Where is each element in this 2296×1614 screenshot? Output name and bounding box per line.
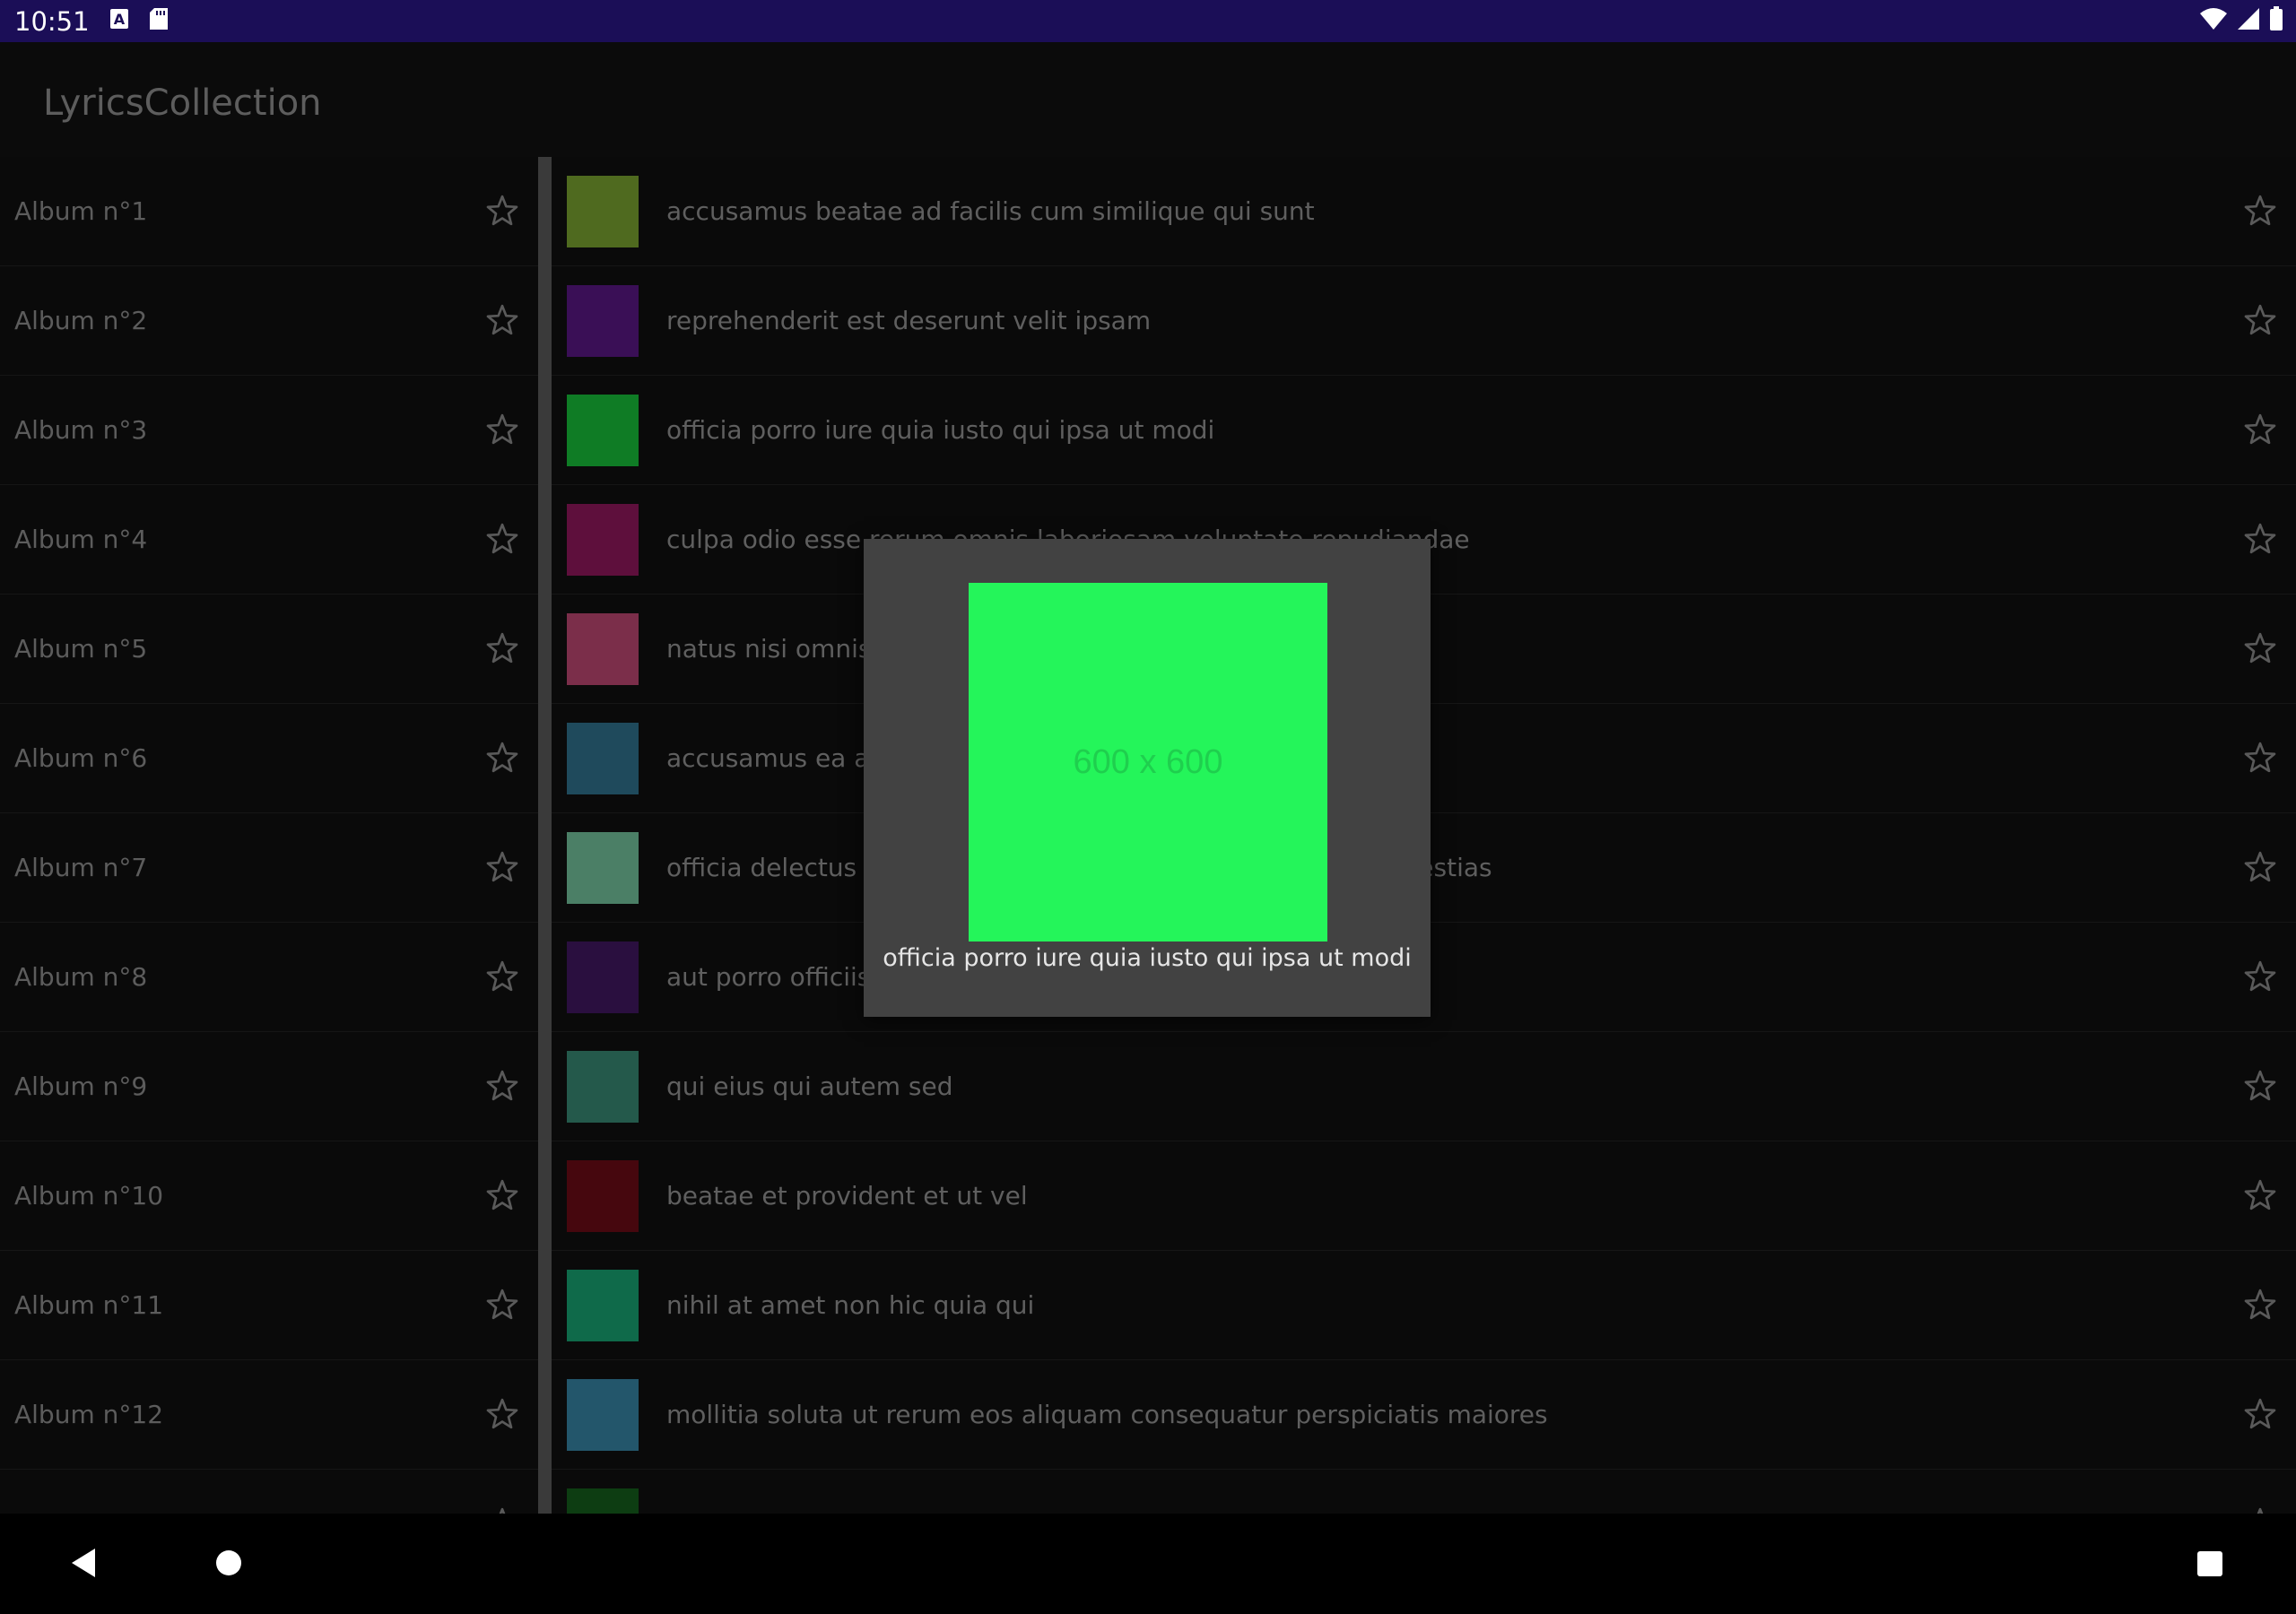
image-placeholder-text: 600 x 600 <box>1073 743 1223 781</box>
album-cover-image: 600 x 600 <box>969 583 1327 941</box>
svg-text:A: A <box>113 11 125 28</box>
battery-icon <box>2269 6 2283 36</box>
a-notification-icon: A <box>109 8 129 34</box>
navigation-bar <box>0 1514 2296 1614</box>
sd-card-icon <box>149 7 169 35</box>
status-time: 10:51 <box>14 5 90 37</box>
wifi-icon <box>2199 7 2228 35</box>
recents-icon[interactable] <box>2196 1550 2223 1582</box>
signal-icon <box>2237 7 2260 35</box>
image-preview-dialog: 600 x 600 officia porro iure quia iusto … <box>864 539 1431 1017</box>
status-bar: 10:51 A <box>0 0 2296 42</box>
dialog-caption: officia porro iure quia iusto qui ipsa u… <box>883 944 1412 972</box>
back-icon[interactable] <box>70 1548 97 1583</box>
home-icon[interactable] <box>215 1549 242 1581</box>
